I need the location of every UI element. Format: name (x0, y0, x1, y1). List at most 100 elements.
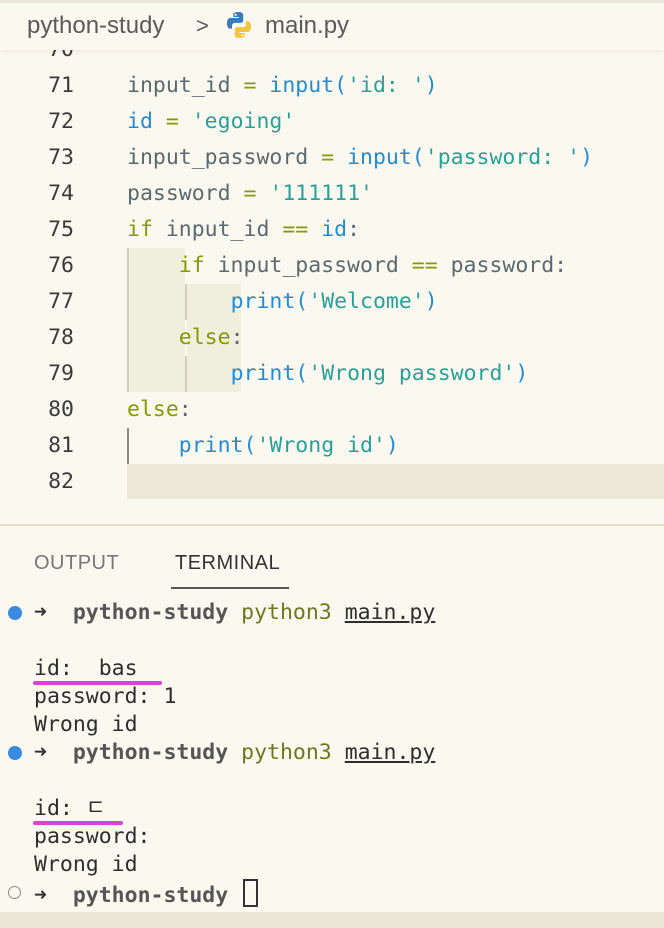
prompt-arrow: ➜ (34, 600, 47, 625)
code-token: if (127, 217, 153, 242)
code-line[interactable]: 80 else: (0, 392, 664, 428)
code-line[interactable]: 78 else: (0, 320, 664, 356)
line-number: 75 (48, 217, 74, 242)
code-text: password = '111111' (127, 176, 373, 212)
code-line[interactable]: 70 (0, 50, 664, 68)
code-text: print('Welcome') (127, 284, 438, 320)
code-token: else (178, 325, 231, 350)
status-bar (0, 912, 664, 928)
code-token: ) (424, 73, 438, 98)
line-number: 76 (48, 253, 74, 278)
code-token: ) (515, 361, 529, 386)
line-number: 80 (48, 397, 74, 422)
code-token: == (411, 253, 438, 278)
code-text: if input_id == id: (127, 212, 360, 248)
code-text: id = 'egoing' (127, 104, 295, 140)
tab-output[interactable]: OUTPUT (34, 552, 119, 575)
code-token: = (230, 181, 270, 206)
tab-terminal[interactable]: TERMINAL (175, 552, 280, 575)
terminal-output-line: Wrong id (34, 712, 138, 737)
code-line[interactable]: 81 print('Wrong id') (0, 428, 664, 464)
code-line[interactable]: 82 (0, 464, 664, 500)
code-token: 'password: ' (424, 145, 581, 170)
prompt-cwd: python-study (72, 883, 229, 908)
code-token: password: (437, 253, 568, 278)
code-token: ( (243, 433, 257, 458)
code-line[interactable]: 71 input_id = input('id: ') (0, 68, 664, 104)
code-line[interactable]: 79 print('Wrong password') (0, 356, 664, 392)
code-line[interactable]: 77 print('Welcome') (0, 284, 664, 320)
code-text: print('Wrong password') (127, 356, 529, 392)
panel-tabs: OUTPUT TERMINAL (0, 545, 664, 590)
code-token: 'Wrong password' (308, 361, 516, 386)
code-token: : (230, 325, 244, 350)
terminal[interactable]: ➜ python-study python3 main.py id: bas p… (0, 590, 664, 912)
prompt-cwd: python-study (72, 740, 229, 765)
command-pending-dot[interactable] (8, 886, 21, 899)
breadcrumb-folder[interactable]: python-study (27, 12, 164, 40)
terminal-output-line: id: ㄷ (34, 796, 106, 821)
prompt-cwd: python-study (72, 600, 229, 625)
line-number: 72 (48, 109, 74, 134)
terminal-output-line: Wrong id (34, 852, 138, 877)
line-number: 74 (48, 181, 74, 206)
line-number: 71 (48, 73, 74, 98)
code-token: input (347, 145, 412, 170)
code-token: input_id (127, 73, 231, 98)
prompt-argument[interactable]: main.py (345, 600, 436, 625)
code-token: print (178, 433, 244, 458)
code-line[interactable]: 72 id = 'egoing' (0, 104, 664, 140)
code-token: ) (424, 289, 438, 314)
terminal-output-line: password: (34, 824, 151, 849)
code-token: id (321, 217, 348, 242)
code-text: input_password = input('password: ') (127, 140, 593, 176)
line-number: 70 (0, 50, 74, 68)
prompt-arrow: ➜ (34, 740, 47, 765)
prompt-command: python3 (241, 740, 332, 765)
code-token: 'Welcome' (308, 289, 425, 314)
code-line[interactable]: 75 if input_id == id: (0, 212, 664, 248)
code-token: '111111' (269, 181, 373, 206)
panel-divider (0, 524, 664, 526)
active-tab-indicator (171, 587, 289, 589)
code-token: password (127, 181, 231, 206)
code-token: : (347, 217, 361, 242)
code-token: input (269, 73, 335, 98)
code-text: else: (127, 392, 192, 428)
code-line[interactable]: 74 password = '111111' (0, 176, 664, 212)
terminal-output-line: id: bas (34, 656, 138, 681)
terminal-prompt: ➜ python-study python3 main.py (34, 599, 435, 627)
code-line[interactable]: 76 if input_password == password: (0, 248, 664, 284)
code-text: print('Wrong id') (127, 428, 399, 464)
code-text: else: (127, 320, 244, 356)
code-token: ) (385, 433, 399, 458)
command-success-dot[interactable] (8, 606, 22, 620)
terminal-cursor (243, 879, 259, 907)
line-number: 77 (48, 289, 74, 314)
code-token: == (282, 217, 309, 242)
line-number: 78 (48, 325, 74, 350)
code-token: 'id: ' (347, 73, 425, 98)
code-token: if (178, 253, 205, 278)
breadcrumb-separator: > (196, 13, 209, 38)
code-text: input_id = input('id: ') (127, 68, 438, 104)
code-token: print (230, 361, 296, 386)
prompt-argument[interactable]: main.py (345, 740, 436, 765)
code-token: 'Wrong id' (256, 433, 386, 458)
breadcrumb: python-study > main.py (0, 0, 664, 50)
command-success-dot[interactable] (8, 746, 22, 760)
terminal-output-line: password: 1 (34, 684, 177, 709)
code-token: = (230, 73, 270, 98)
breadcrumb-file[interactable]: main.py (265, 12, 349, 40)
code-token: input_id (152, 217, 283, 242)
code-line[interactable]: 73 input_password = input('password: ') (0, 140, 664, 176)
code-editor[interactable]: 7071input_id = input('id: ')72id = 'egoi… (0, 50, 664, 524)
code-token: ( (334, 73, 348, 98)
python-icon (227, 12, 251, 38)
code-token: 'egoing' (191, 109, 296, 134)
